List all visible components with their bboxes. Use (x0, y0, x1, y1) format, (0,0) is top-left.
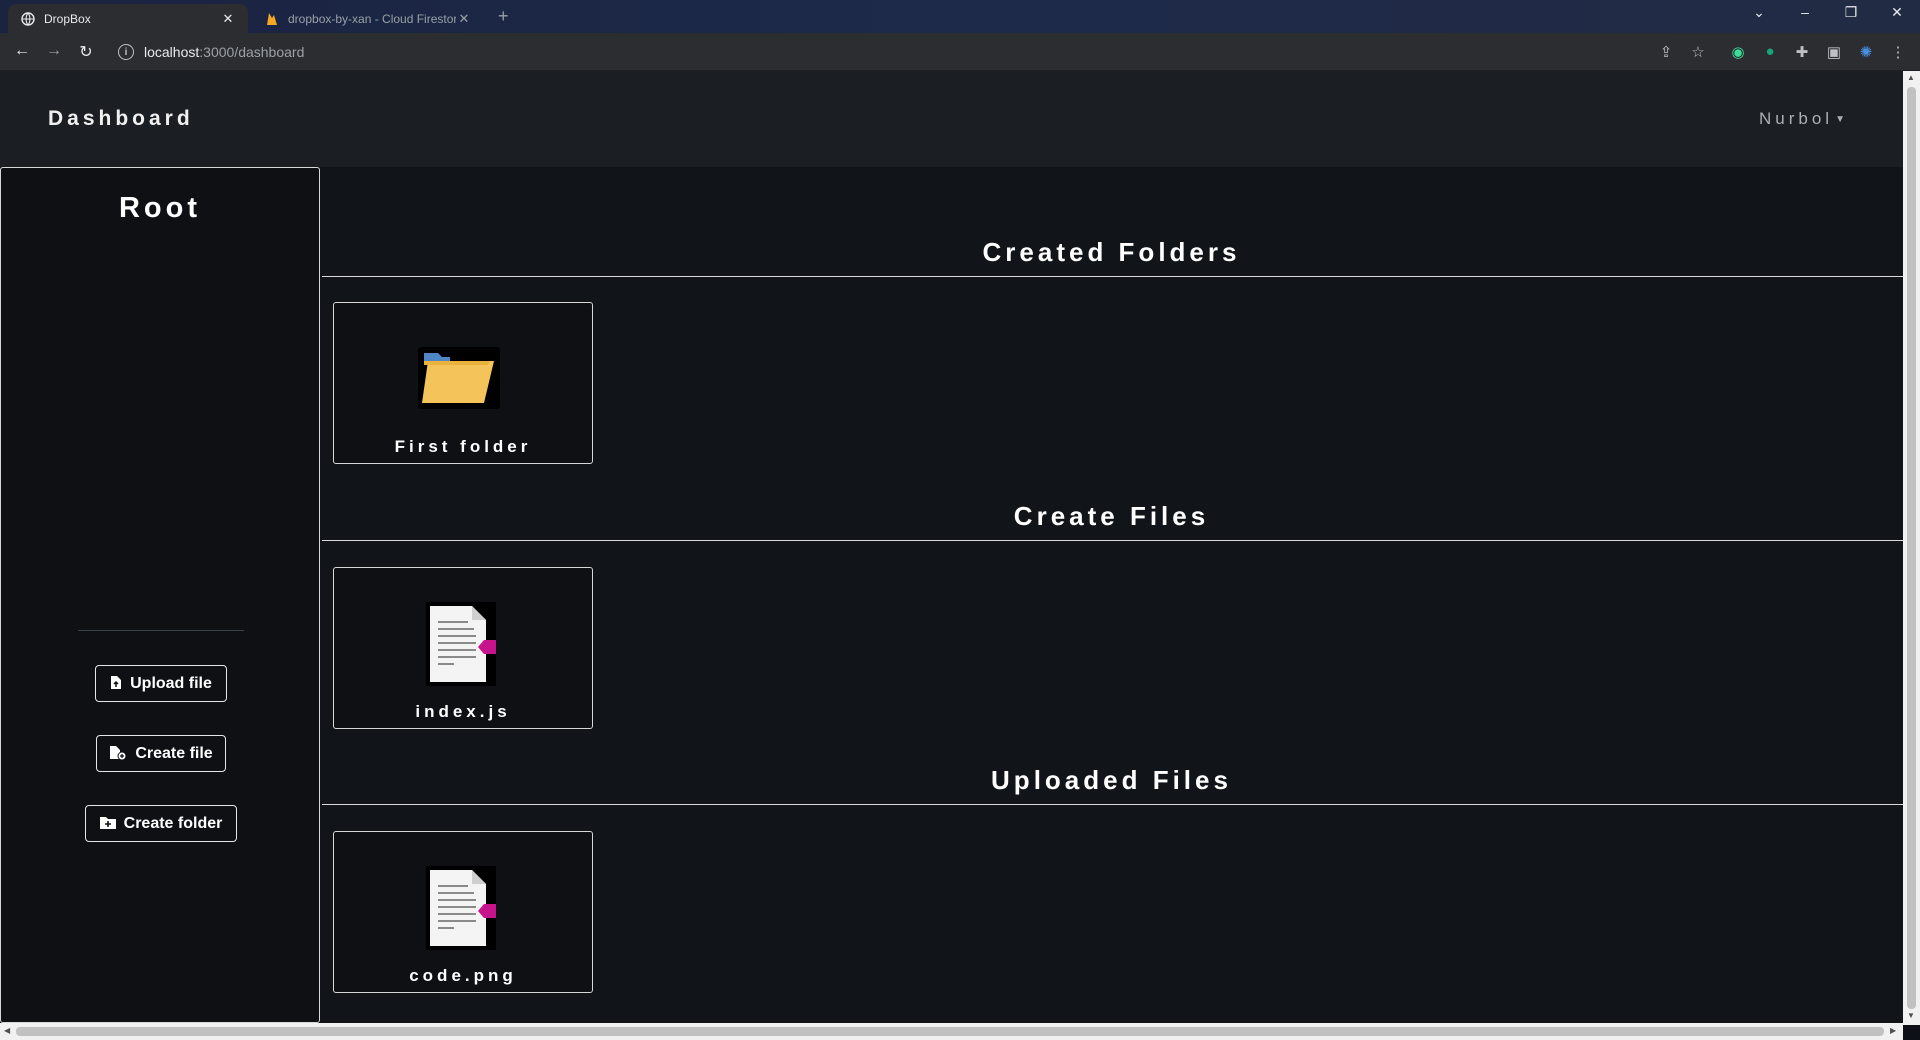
info-icon[interactable]: i (118, 44, 134, 60)
menu-kebab-icon[interactable]: ⋮ (1888, 43, 1908, 61)
document-icon (426, 602, 496, 686)
share-icon[interactable]: ⇪ (1656, 43, 1676, 61)
caret-down-icon: ▼ (1835, 114, 1845, 126)
tab-dropbox[interactable]: DropBox ✕ (8, 4, 248, 33)
upload-file-button[interactable]: Upload file (95, 665, 227, 702)
scroll-left-icon[interactable]: ◀ (4, 1026, 10, 1035)
chevron-down-icon[interactable]: ⌄ (1736, 4, 1782, 21)
profile-avatar-icon[interactable]: ✺ (1856, 43, 1876, 61)
file-name: index.js (415, 702, 511, 721)
folder-icon (418, 347, 500, 409)
restore-icon[interactable]: ❐ (1828, 4, 1874, 21)
folder-name: First folder (394, 437, 532, 456)
sidebar-divider (78, 630, 244, 631)
scroll-down-icon[interactable]: ▼ (1907, 1011, 1915, 1020)
forward-icon[interactable]: → (42, 42, 66, 60)
vertical-scrollbar[interactable]: ▲ ▼ (1903, 71, 1920, 1025)
star-icon[interactable]: ☆ (1688, 43, 1708, 61)
horizontal-scrollbar[interactable]: ◀ ▶ (0, 1023, 1903, 1040)
create-folder-label: Create folder (123, 814, 223, 832)
create-file-button[interactable]: Create file (96, 735, 226, 772)
puzzle-icon[interactable]: ✚ (1792, 43, 1812, 61)
sidebar: Root Upload file Create file Create fold… (0, 167, 320, 1023)
folder-card[interactable]: First folder (333, 302, 593, 464)
tab-title: DropBox (44, 11, 91, 26)
section-title-uploaded-files: Uploaded Files (991, 765, 1232, 795)
url-host: localhost (144, 44, 200, 60)
close-window-icon[interactable]: ✕ (1874, 4, 1920, 21)
top-navbar: Dashboard Nurbol ▼ (0, 71, 1903, 167)
document-icon (426, 866, 496, 950)
scroll-up-icon[interactable]: ▲ (1907, 73, 1915, 82)
folder-plus-icon (99, 816, 116, 832)
file-name: code.png (409, 966, 517, 985)
section-divider (322, 804, 1903, 805)
tab-firestore[interactable]: dropbox-by-xan - Cloud Firestor ✕ (252, 4, 484, 33)
back-icon[interactable]: ← (10, 42, 34, 60)
browser-tabstrip: DropBox ✕ dropbox-by-xan - Cloud Firesto… (0, 0, 1920, 33)
tab-title: dropbox-by-xan - Cloud Firestor (288, 11, 456, 26)
section-divider (322, 276, 1903, 277)
app-viewport: Dashboard Nurbol ▼ Root Upload file Creat… (0, 71, 1903, 1025)
url-path: :3000/dashboard (199, 44, 305, 60)
scrollbar-thumb[interactable] (16, 1027, 1884, 1036)
firebase-icon (264, 11, 280, 27)
reload-icon[interactable]: ↻ (74, 42, 98, 62)
create-folder-button[interactable]: Create folder (85, 805, 237, 842)
upload-file-label: Upload file (130, 674, 212, 692)
browser-toolbar: ← → ↻ i localhost:3000/dashboard ⇪ ☆ ◉ ●… (0, 33, 1920, 71)
extension-dot-icon[interactable]: ● (1760, 43, 1780, 60)
user-name: Nurbol (1759, 109, 1834, 128)
new-tab-icon[interactable]: + (498, 6, 509, 27)
uploaded-file-card[interactable]: code.png (333, 831, 593, 993)
extension-circle-icon[interactable]: ◉ (1728, 43, 1748, 61)
side-panel-icon[interactable]: ▣ (1824, 43, 1844, 61)
section-title-created-files: Create Files (1013, 501, 1210, 531)
close-icon[interactable]: ✕ (456, 11, 472, 27)
close-icon[interactable]: ✕ (220, 11, 236, 27)
section-divider (322, 540, 1903, 541)
file-plus-icon (109, 745, 127, 763)
user-dropdown[interactable]: Nurbol ▼ (1759, 109, 1845, 129)
scroll-right-icon[interactable]: ▶ (1890, 1026, 1896, 1035)
address-bar[interactable]: i localhost:3000/dashboard (110, 37, 1690, 67)
file-card[interactable]: index.js (333, 567, 593, 729)
scrollbar-thumb[interactable] (1907, 87, 1916, 1009)
section-title-folders: Created Folders (982, 237, 1241, 267)
minimize-icon[interactable]: – (1782, 4, 1828, 20)
create-file-label: Create file (135, 744, 213, 762)
brand-title[interactable]: Dashboard (48, 107, 194, 131)
file-upload-icon (110, 675, 122, 693)
sidebar-title: Root (118, 192, 202, 224)
globe-icon (20, 11, 36, 27)
